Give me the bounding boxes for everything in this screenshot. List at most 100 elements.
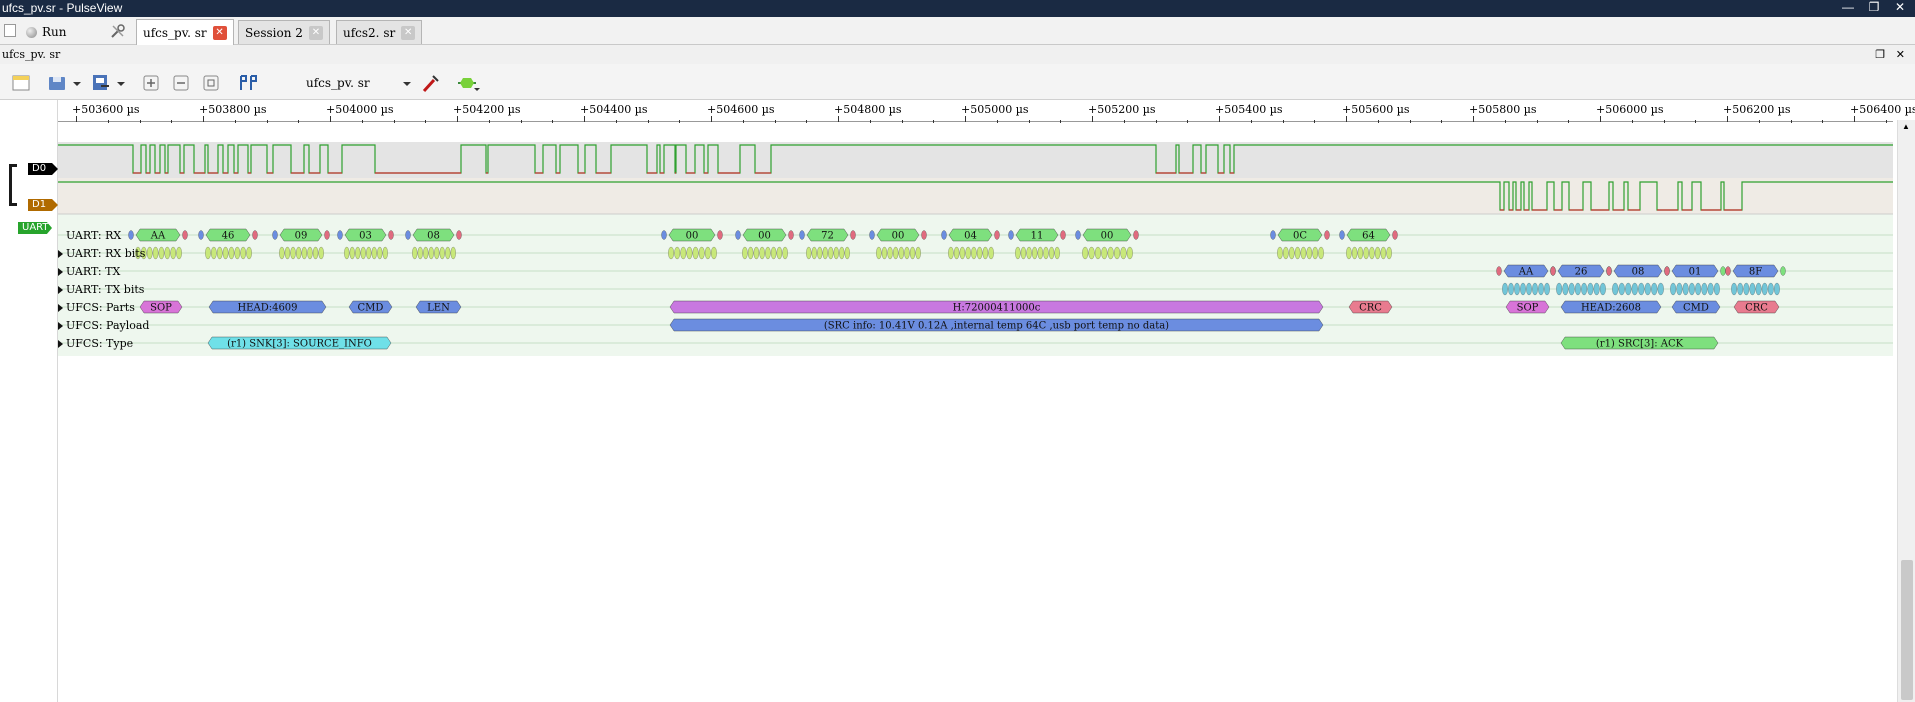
d1-lane-bg — [58, 178, 1893, 214]
export-icon[interactable] — [90, 72, 112, 94]
save-icon[interactable] — [46, 72, 68, 94]
uart-rx-byte-text: 09 — [295, 231, 308, 242]
uart-tx-bit — [1651, 282, 1658, 296]
close-icon[interactable]: ✕ — [1891, 0, 1909, 15]
uart-rx-bit — [152, 246, 159, 260]
uart-rx-bit — [366, 246, 372, 260]
uart-rx-bit — [948, 246, 954, 260]
vertical-scrollbar[interactable]: ▲ — [1897, 120, 1915, 702]
uart-tx-edge-bit — [1725, 266, 1731, 276]
close-session-icon[interactable]: ✕ — [1896, 46, 1905, 64]
run-button[interactable]: Run — [26, 21, 84, 43]
uart-rx-bit — [371, 246, 377, 260]
session-bar: ufcs_pv. sr ❐ ✕ — [0, 46, 1915, 64]
uart-tx-bit — [1713, 282, 1720, 296]
uart-tx-bit — [1556, 282, 1563, 296]
restore-icon[interactable]: ❐ — [1865, 0, 1883, 15]
scroll-up-icon[interactable]: ▲ — [1902, 122, 1910, 131]
uart-tx-bit — [1761, 282, 1768, 296]
ufcs-type-text: (r1) SNK[3]: SOURCE_INFO — [227, 339, 372, 350]
cursor-icon[interactable] — [236, 72, 258, 94]
uart-rx-bit — [686, 246, 693, 260]
close-tab-icon[interactable]: ✕ — [212, 25, 227, 40]
uart-rx-bit — [844, 246, 850, 260]
ufcs-part-text: CMD — [358, 303, 384, 314]
uart-rx-bit — [312, 246, 319, 260]
uart-rx-bit — [1082, 246, 1089, 260]
uart-tx-edge-bit — [1780, 266, 1786, 276]
uart-rx-bit — [428, 246, 434, 260]
uart-tx-bit — [1743, 282, 1750, 296]
uart-tx-bit — [1514, 282, 1520, 296]
time-ruler[interactable]: +503600 µs +503800 µs +504000 µs +504200 µs… — [58, 100, 1915, 123]
export-dropdown-icon[interactable] — [116, 72, 126, 94]
uart-tx-bit — [1707, 282, 1714, 296]
window-title: ufcs_pv.sr - PulseView — [2, 1, 123, 15]
decoder-tag[interactable]: UART — [18, 222, 52, 234]
uart-rx-bit — [1312, 246, 1318, 260]
tab-session-2[interactable]: Session 2 ✕ — [238, 20, 330, 44]
ruler-label: +504800 µs — [834, 103, 902, 116]
row-expand-icon[interactable] — [58, 322, 63, 330]
ruler-label: +504400 µs — [580, 103, 648, 116]
device-dropdown-icon[interactable] — [402, 72, 412, 94]
uart-tx-bit — [1544, 282, 1550, 296]
uart-rx-bit — [839, 246, 845, 260]
scrollbar-thumb[interactable] — [1901, 560, 1913, 700]
uart-tx-bit — [1526, 282, 1532, 296]
uart-tx-bit — [1581, 282, 1588, 296]
uart-rx-bit — [770, 246, 777, 260]
uart-rx-bit — [1283, 246, 1289, 260]
close-tab-icon[interactable]: ✕ — [308, 25, 323, 40]
settings-icon[interactable] — [110, 23, 126, 39]
uart-rx-bit — [1094, 246, 1101, 260]
uart-rx-bit — [876, 246, 882, 260]
tab-ufcs-pv[interactable]: ufcs_pv. sr ✕ — [136, 19, 234, 45]
session-title: ufcs_pv. sr — [2, 48, 61, 61]
row-expand-icon[interactable] — [58, 268, 63, 276]
uart-stop-bit — [994, 230, 1000, 240]
uart-rx-bit — [953, 246, 960, 260]
ruler-label: +504200 µs — [453, 103, 521, 116]
minimize-icon[interactable]: — — [1839, 0, 1857, 15]
zoom-fit-icon[interactable] — [200, 72, 222, 94]
signal-trace-area[interactable]: AA 46 09 03 08 00 00 72 00 04 11 00 0C 64 AA 26 08 01 8F SO… — [58, 120, 1893, 702]
uart-rx-bit — [704, 246, 711, 260]
uart-rx-bit — [382, 246, 388, 260]
uart-rx-byte-text: 00 — [686, 231, 699, 242]
uart-rx-bit — [776, 246, 783, 260]
row-expand-icon[interactable] — [58, 304, 63, 312]
save-dropdown-icon[interactable] — [72, 72, 82, 94]
uart-rx-bit — [296, 246, 302, 260]
uart-start-bit — [272, 230, 278, 240]
zoom-out-icon[interactable] — [170, 72, 192, 94]
uart-tx-bit — [1731, 282, 1737, 296]
uart-tx-bit — [1599, 282, 1606, 296]
device-selector[interactable]: ufcs_pv. sr — [306, 76, 370, 90]
uart-rx-bit — [158, 246, 165, 260]
uart-rx-bit — [674, 246, 681, 260]
uart-stop-bit — [182, 230, 188, 240]
undock-icon[interactable]: ❐ — [1875, 46, 1885, 64]
uart-rx-bit — [1048, 246, 1055, 260]
uart-rx-bit — [742, 246, 748, 260]
uart-rx-byte-text: 04 — [964, 231, 977, 242]
close-tab-icon[interactable]: ✕ — [401, 25, 416, 40]
uart-rx-bit — [234, 246, 241, 260]
row-expand-icon[interactable] — [58, 286, 63, 294]
tab-ufcs2[interactable]: ufcs2. sr ✕ — [336, 20, 423, 44]
open-file-icon[interactable] — [10, 72, 32, 94]
ufcs-part-text: CRC — [1745, 303, 1768, 314]
channel-d0-label[interactable]: D0 — [28, 163, 58, 175]
row-expand-icon[interactable] — [58, 250, 63, 258]
add-decoder-icon[interactable] — [456, 72, 482, 94]
channel-d1-label[interactable]: D1 — [28, 199, 58, 211]
probe-config-icon[interactable] — [420, 72, 442, 94]
uart-start-bit — [661, 230, 667, 240]
new-session-icon[interactable] — [4, 24, 16, 37]
uart-tx-bit — [1593, 282, 1600, 296]
uart-rx-bit — [290, 246, 296, 260]
uart-tx-bit — [1625, 282, 1632, 296]
row-expand-icon[interactable] — [58, 340, 63, 348]
zoom-in-icon[interactable] — [140, 72, 162, 94]
